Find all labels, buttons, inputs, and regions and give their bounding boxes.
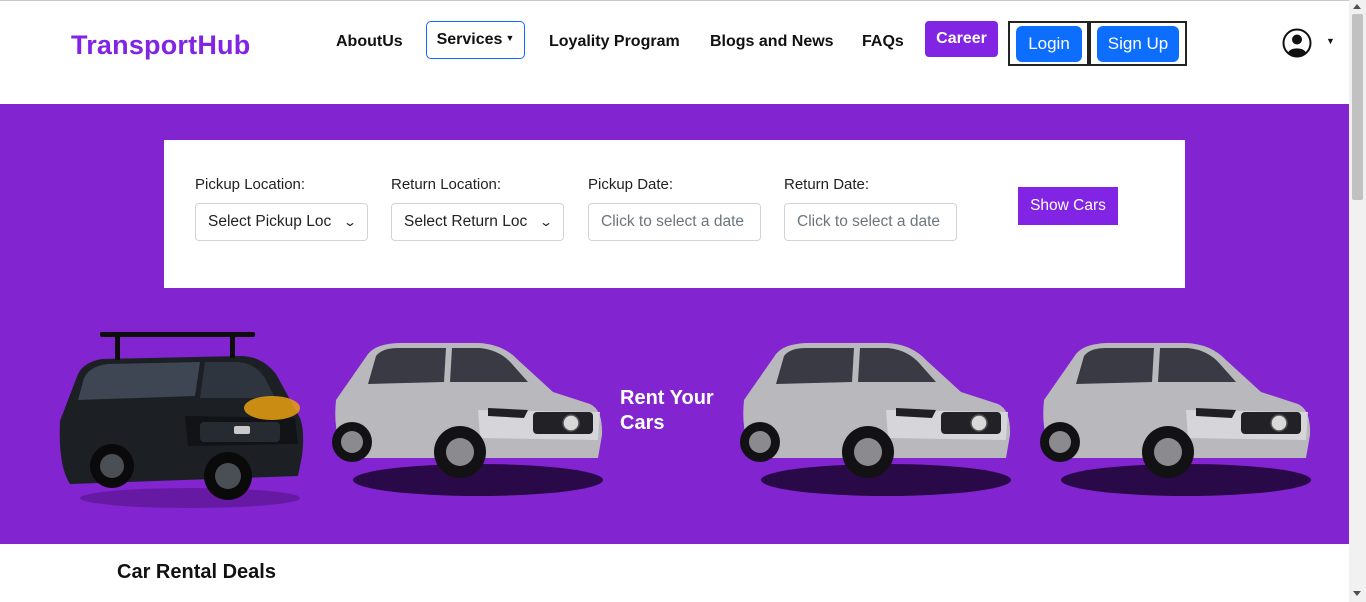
scrollbar-thumb[interactable] — [1352, 14, 1363, 200]
nav-loyalty-program[interactable]: Loyality Program — [549, 33, 680, 51]
nav-faqs[interactable]: FAQs — [862, 33, 904, 51]
scroll-down-arrow-icon[interactable] — [1353, 591, 1361, 596]
pickup-date-input[interactable]: Click to select a date — [588, 203, 761, 241]
career-button[interactable]: Career — [925, 21, 998, 57]
pickup-date-field: Pickup Date: Click to select a date — [588, 176, 761, 241]
dark-suv-image — [59, 332, 304, 508]
page-scrollbar[interactable] — [1349, 0, 1366, 602]
signup-button[interactable]: Sign Up — [1097, 26, 1179, 62]
nav-services-label: Services — [436, 31, 503, 48]
return-location-label: Return Location: — [391, 176, 502, 193]
chevron-down-icon: ⌄ — [538, 215, 554, 229]
car-rental-deals-heading: Car Rental Deals — [117, 561, 276, 583]
pickup-location-field: Pickup Location: Select Pickup Loc ⌄ — [195, 176, 368, 241]
hero-banner: Pickup Location: Select Pickup Loc ⌄ Ret… — [0, 104, 1349, 544]
caret-down-icon: ▼ — [505, 33, 515, 43]
return-location-field: Return Location: Select Return Loc ⌄ — [391, 176, 564, 241]
return-location-value: Select Return Loc — [404, 213, 528, 230]
nav-services-dropdown[interactable]: Services ▼ — [426, 21, 525, 59]
scroll-up-arrow-icon[interactable] — [1353, 4, 1361, 9]
login-button-wrapper: Login — [1008, 21, 1089, 66]
brand-logo[interactable]: TransportHub — [71, 30, 250, 61]
pickup-date-label: Pickup Date: — [588, 176, 674, 193]
pickup-location-value: Select Pickup Loc — [208, 213, 332, 230]
return-date-field: Return Date: Click to select a date — [784, 176, 957, 241]
return-date-label: Return Date: — [784, 176, 870, 193]
nav-blogs-and-news[interactable]: Blogs and News — [710, 33, 834, 51]
return-date-input[interactable]: Click to select a date — [784, 203, 957, 241]
nav-about-us[interactable]: AboutUs — [336, 33, 403, 51]
user-menu-dropdown[interactable]: ▼ — [1282, 27, 1342, 59]
signup-button-wrapper: Sign Up — [1089, 21, 1187, 66]
silver-suv-image — [332, 343, 603, 496]
return-location-select[interactable]: Select Return Loc ⌄ — [391, 203, 564, 241]
caret-down-icon: ▼ — [1326, 36, 1335, 46]
chevron-down-icon: ⌄ — [342, 215, 358, 229]
show-cars-button[interactable]: Show Cars — [1018, 187, 1118, 225]
user-circle-icon — [1282, 28, 1312, 58]
silver-suv-image — [1040, 343, 1311, 496]
silver-suv-image — [740, 343, 1011, 496]
pickup-location-label: Pickup Location: — [195, 176, 306, 193]
navbar: TransportHub AboutUs Services ▼ Loyality… — [0, 1, 1349, 104]
search-form: Pickup Location: Select Pickup Loc ⌄ Ret… — [164, 140, 1185, 288]
hero-tagline: Rent Your Cars — [620, 387, 714, 434]
pickup-location-select[interactable]: Select Pickup Loc ⌄ — [195, 203, 368, 241]
login-button[interactable]: Login — [1016, 26, 1082, 62]
